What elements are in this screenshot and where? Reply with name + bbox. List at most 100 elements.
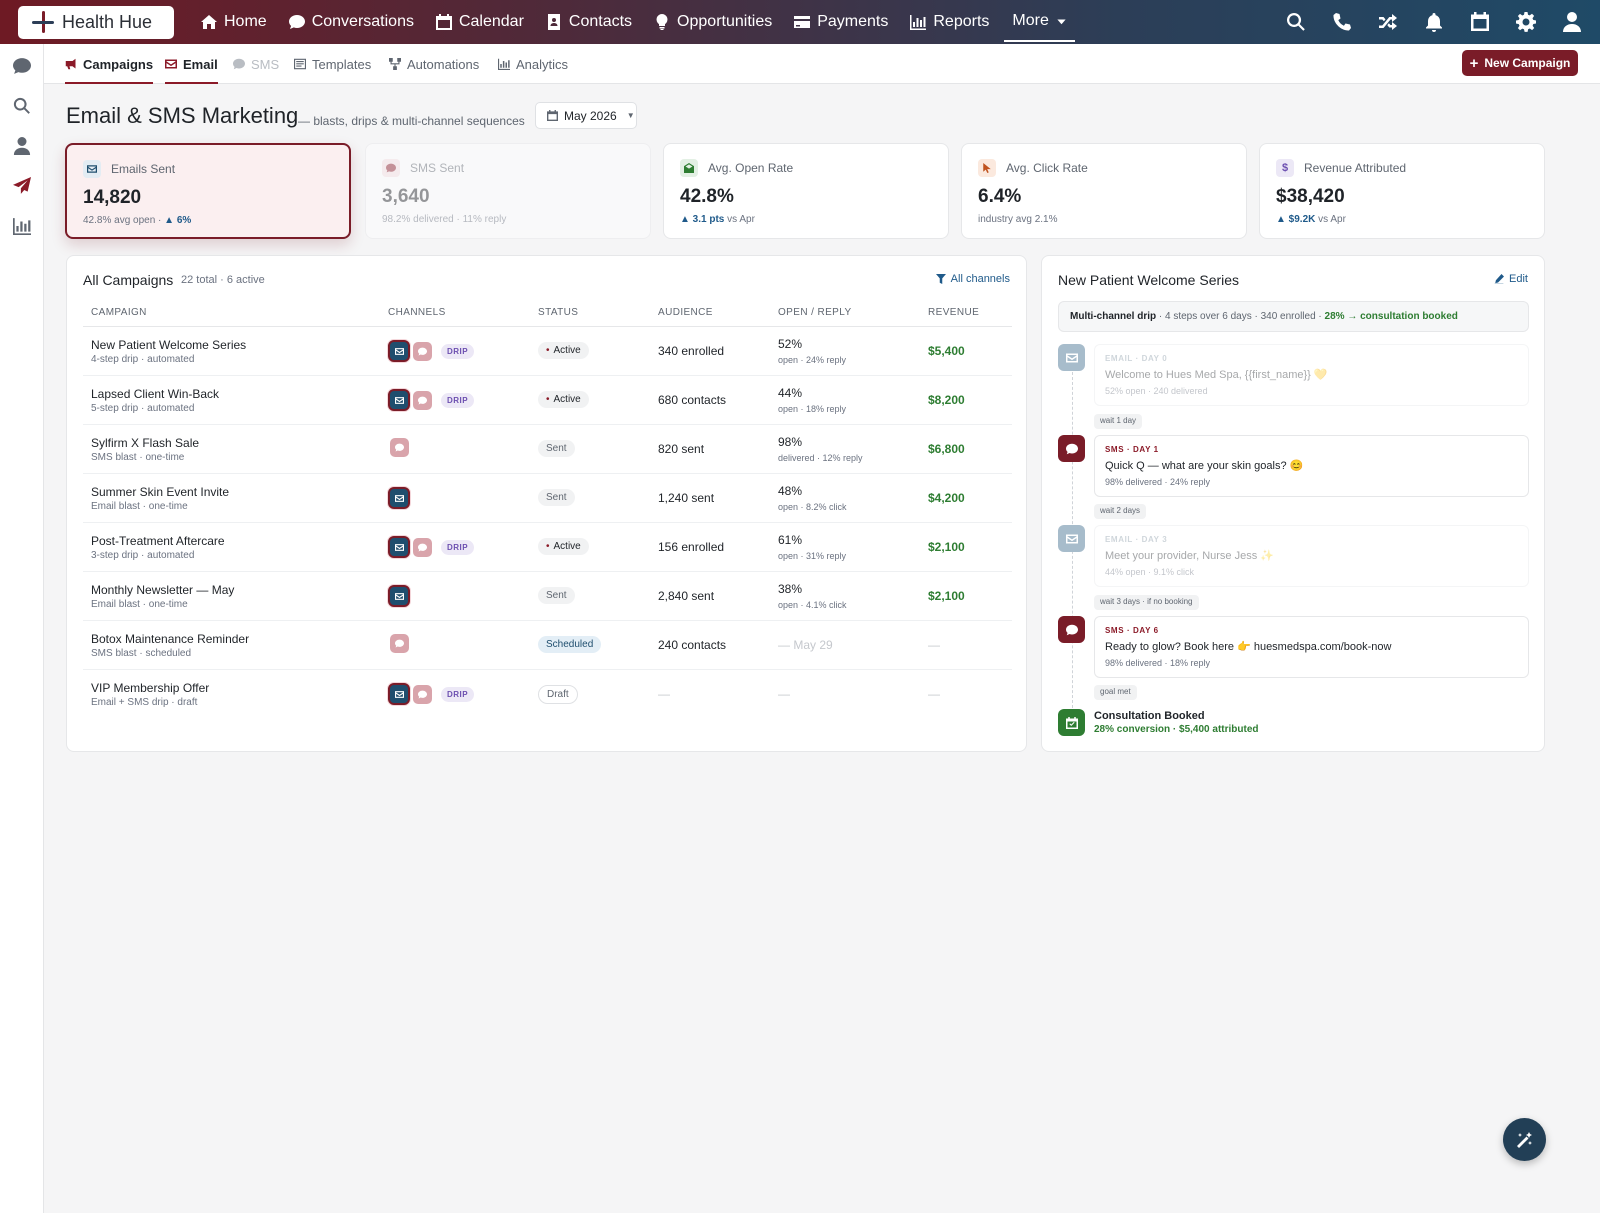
stat-click-rate[interactable]: Avg. Click Rate 6.4% industry avg 2.1% [961, 143, 1247, 239]
paper-plane-icon [13, 177, 31, 194]
sidebar-search[interactable] [13, 97, 31, 115]
status-badge: Scheduled [538, 636, 602, 653]
new-campaign-button[interactable]: + New Campaign [1462, 50, 1578, 76]
stat-emails-sent[interactable]: Emails Sent 14,820 42.8% avg open · ▲ 6% [65, 143, 351, 239]
shuffle-icon[interactable] [1378, 12, 1398, 32]
table-row[interactable]: Post-Treatment Aftercare 3-step drip · a… [83, 523, 1012, 572]
stat-footnote: industry avg 2.1% [978, 214, 1058, 225]
stat-label: Avg. Click Rate [1006, 161, 1088, 175]
nav-calendar[interactable]: Calendar [425, 0, 535, 44]
step-metrics: 44% open · 9.1% click [1105, 567, 1195, 577]
wait-pill: goal met [1094, 685, 1137, 700]
tab-automations-label: Automations [407, 56, 480, 72]
tab-automations[interactable]: Automations [389, 44, 479, 84]
edit-series-button[interactable]: Edit [1494, 273, 1528, 285]
search-icon[interactable] [1286, 12, 1306, 32]
channel-badges: DRIP [388, 389, 475, 411]
channel-filter[interactable]: All channels [935, 273, 1010, 285]
campaign-type: 3-step drip · automated [91, 550, 195, 561]
column-header-revenue[interactable]: REVENUE [928, 307, 979, 318]
table-row[interactable]: Monthly Newsletter — May Email blast · o… [83, 572, 1012, 621]
campaign-open-rate: 52% [778, 337, 803, 351]
table-row[interactable]: Sylfirm X Flash Sale SMS blast · one-tim… [83, 425, 1012, 474]
stat-open-rate[interactable]: Avg. Open Rate 42.8% ▲ 3.1 pts vs Apr [663, 143, 949, 239]
tab-analytics[interactable]: Analytics [498, 44, 568, 84]
sms-channel-icon [390, 634, 409, 653]
sidebar-marketing[interactable] [13, 177, 31, 195]
channel-badges [388, 634, 409, 653]
tab-templates[interactable]: Templates [294, 44, 371, 84]
goal-conversion: 28% conversion · $5,400 attributed [1094, 724, 1259, 735]
app-logo[interactable]: Health Hue [18, 5, 174, 39]
series-step-email-day0[interactable]: EMAIL · DAY 0 Welcome to Hues Med Spa, {… [1094, 344, 1529, 406]
step-kicker: SMS · DAY 6 [1105, 626, 1159, 635]
series-step-sms-day6[interactable]: SMS · DAY 6 Ready to glow? Book here 👉 h… [1094, 616, 1529, 678]
table-row[interactable]: Summer Skin Event Invite Email blast · o… [83, 474, 1012, 523]
ai-assistant-button[interactable] [1503, 1118, 1546, 1161]
tab-campaigns[interactable]: Campaigns [65, 44, 154, 84]
phone-icon[interactable] [1332, 12, 1352, 32]
column-header-audience[interactable]: AUDIENCE [658, 307, 713, 318]
campaign-name: Lapsed Client Win-Back [91, 387, 220, 401]
step-metrics: 98% delivered · 24% reply [1105, 477, 1211, 487]
nav-conversations[interactable]: Conversations [278, 0, 425, 44]
campaign-revenue: $5,400 [928, 344, 965, 358]
bell-icon[interactable] [1424, 12, 1444, 32]
nav-calendar-label: Calendar [458, 13, 524, 30]
contact-card-icon [547, 14, 560, 30]
series-summary: Multi-channel drip · 4 steps over 6 days… [1058, 301, 1529, 332]
stat-footnote-text: vs Apr [1315, 214, 1346, 225]
nav-home[interactable]: Home [190, 0, 278, 44]
nav-reports[interactable]: Reports [899, 0, 1000, 44]
page-title: Email & SMS Marketing [66, 103, 299, 128]
template-icon [294, 58, 306, 70]
calendar-icon[interactable] [1470, 12, 1490, 32]
credit-card-icon [794, 16, 811, 28]
nav-more[interactable]: More [1004, 2, 1075, 42]
series-step-sms-day1[interactable]: SMS · DAY 1 Quick Q — what are your skin… [1094, 435, 1529, 497]
wait-pill: wait 3 days · if no booking [1094, 595, 1199, 610]
table-row[interactable]: Lapsed Client Win-Back 5-step drip · aut… [83, 376, 1012, 425]
sidebar-reports[interactable] [13, 217, 31, 235]
tab-email-label: Email [183, 56, 218, 72]
nav-opportunities[interactable]: Opportunities [643, 0, 783, 44]
month-selector[interactable]: May 2026 ▼ [535, 102, 637, 129]
envelope-icon [83, 160, 101, 178]
nav-more-label: More [1012, 12, 1049, 29]
stat-sms-sent[interactable]: SMS Sent 3,640 98.2% delivered · 11% rep… [365, 143, 651, 239]
series-summary-goal: 28% → consultation booked [1324, 311, 1458, 322]
table-row[interactable]: New Patient Welcome Series 4-step drip ·… [83, 327, 1012, 376]
user-icon[interactable] [1562, 12, 1582, 32]
campaign-audience: 2,840 sent [658, 589, 715, 603]
nav-reports-label: Reports [933, 13, 990, 30]
column-header-open-reply[interactable]: OPEN / REPLY [778, 307, 852, 318]
gear-icon[interactable] [1516, 12, 1536, 32]
tab-email[interactable]: Email [165, 44, 218, 84]
email-channel-icon [388, 683, 410, 705]
stat-revenue[interactable]: $ Revenue Attributed $38,420 ▲ $9.2K vs … [1259, 143, 1545, 239]
campaign-open-rate: — [778, 687, 790, 701]
step-kicker: EMAIL · DAY 0 [1105, 354, 1168, 363]
step-metrics: 98% delivered · 18% reply [1105, 658, 1211, 668]
sidebar-conversations[interactable] [13, 57, 31, 75]
table-row[interactable]: VIP Membership Offer Email + SMS drip · … [83, 670, 1012, 719]
step-subject: Meet your provider, Nurse Jess ✨ [1105, 550, 1274, 562]
nav-home-label: Home [224, 13, 267, 30]
sidebar-contacts[interactable] [13, 137, 31, 155]
series-summary-detail: · 4 steps over 6 days · 340 enrolled · [1156, 311, 1325, 322]
column-header-status[interactable]: STATUS [538, 307, 578, 318]
nav-contacts[interactable]: Contacts [535, 0, 643, 44]
drip-badge: DRIP [441, 686, 475, 702]
campaign-name: Summer Skin Event Invite [91, 485, 230, 499]
caret-down-icon: ▼ [626, 111, 635, 120]
column-header-campaign[interactable]: CAMPAIGN [91, 307, 147, 318]
table-row[interactable]: Botox Maintenance Reminder SMS blast · s… [83, 621, 1012, 670]
home-icon [201, 15, 217, 29]
column-header-channels[interactable]: CHANNELS [388, 307, 446, 318]
sms-channel-icon [413, 537, 432, 557]
nav-payments[interactable]: Payments [783, 0, 899, 44]
series-step-email-day3[interactable]: EMAIL · DAY 3 Meet your provider, Nurse … [1094, 525, 1529, 587]
tab-sms[interactable]: SMS [233, 44, 279, 84]
campaign-type: Email blast · one-time [91, 501, 188, 512]
campaign-open-detail: open · 18% reply [778, 404, 847, 414]
